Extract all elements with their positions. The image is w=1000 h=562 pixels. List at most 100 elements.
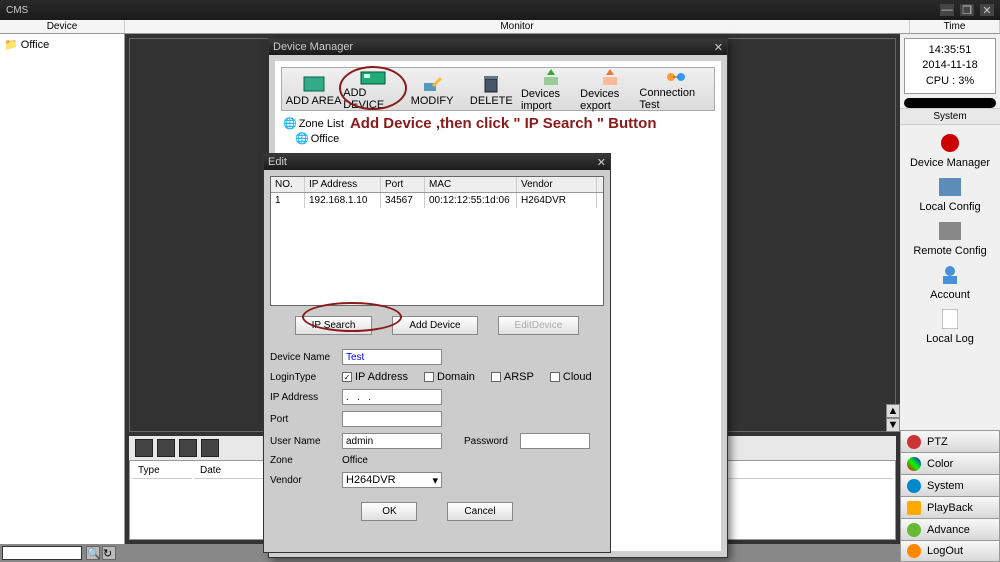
side-tabs: PTZ Color System PlayBack Advance LogOut bbox=[900, 430, 1000, 562]
system-header: System bbox=[900, 108, 1000, 125]
footer-search[interactable] bbox=[2, 546, 82, 560]
devices-import-button[interactable]: Devices import bbox=[521, 68, 580, 110]
label-devname: Device Name bbox=[270, 352, 336, 363]
app-title: CMS bbox=[6, 5, 940, 16]
add-area-button[interactable]: ADD AREA bbox=[284, 68, 343, 110]
login-arsp-checkbox[interactable]: ARSP bbox=[491, 371, 534, 383]
export-icon bbox=[597, 67, 623, 87]
minimize-button[interactable]: — bbox=[940, 4, 954, 16]
label-vendor: Vendor bbox=[270, 475, 336, 486]
label-port: Port bbox=[270, 414, 336, 425]
delete-button[interactable]: DELETE bbox=[462, 68, 521, 110]
devmgr-close-button[interactable]: ✕ bbox=[714, 41, 723, 54]
ok-button[interactable]: OK bbox=[361, 502, 417, 521]
ip-search-button[interactable]: IP Search bbox=[295, 316, 373, 335]
modify-icon bbox=[419, 72, 445, 94]
layout-4x4-button[interactable] bbox=[201, 439, 219, 457]
close-button[interactable]: ✕ bbox=[980, 4, 994, 16]
tab-monitor[interactable]: Monitor bbox=[125, 20, 910, 33]
devmgr-title: Device Manager bbox=[273, 41, 353, 53]
logout-icon bbox=[907, 544, 921, 558]
vendor-select[interactable]: H264DVR▾ bbox=[342, 472, 442, 488]
status-info: 14:35:51 2014-11-18 CPU : 3% bbox=[904, 38, 996, 94]
tab-device[interactable]: Device bbox=[0, 20, 125, 33]
device-name-field[interactable] bbox=[342, 349, 442, 365]
label-zone: Zone bbox=[270, 455, 336, 466]
side-tab-ptz[interactable]: PTZ bbox=[900, 430, 1000, 452]
scroll-up-button[interactable]: ▲ bbox=[886, 404, 900, 418]
footer-refresh-button[interactable]: ↻ bbox=[102, 546, 116, 560]
edit-title: Edit bbox=[268, 156, 287, 168]
system-local-log[interactable]: Local Log bbox=[926, 307, 974, 345]
local-log-icon bbox=[936, 307, 964, 331]
tab-time[interactable]: Time bbox=[910, 20, 1000, 33]
side-tab-logout[interactable]: LogOut bbox=[900, 540, 1000, 562]
layout-2x2-button[interactable] bbox=[157, 439, 175, 457]
globe-icon: 🌐 bbox=[295, 132, 309, 145]
table-row[interactable]: 1 192.168.1.10 34567 00:12:12:55:1d:06 H… bbox=[271, 193, 603, 208]
account-icon bbox=[936, 263, 964, 287]
system-icon bbox=[907, 479, 921, 493]
device-manager-dialog: Device Manager ✕ ADD AREA ADD DEVICE MOD… bbox=[268, 38, 728, 558]
zone-list-node[interactable]: 🌐Zone List Add Device ,then click " IP S… bbox=[281, 115, 715, 132]
remote-config-icon bbox=[936, 219, 964, 243]
col-mac[interactable]: MAC bbox=[425, 177, 517, 192]
delete-icon bbox=[478, 72, 504, 94]
col-no[interactable]: NO. bbox=[271, 177, 305, 192]
login-cloud-checkbox[interactable]: Cloud bbox=[550, 371, 592, 383]
cpu-bar bbox=[904, 98, 996, 108]
login-domain-checkbox[interactable]: Domain bbox=[424, 371, 475, 383]
layout-3x3-button[interactable] bbox=[179, 439, 197, 457]
status-date: 2014-11-18 bbox=[909, 58, 991, 73]
side-tab-system[interactable]: System bbox=[900, 474, 1000, 496]
scroll-arrows: ▲ ▼ bbox=[886, 404, 900, 432]
login-ip-checkbox[interactable]: ✓IP Address bbox=[342, 371, 408, 383]
system-local-config[interactable]: Local Config bbox=[919, 175, 980, 213]
add-device-button[interactable]: ADD DEVICE bbox=[343, 68, 402, 110]
edit-dialog: Edit ✕ NO. IP Address Port MAC Vendor 1 … bbox=[263, 153, 611, 553]
ptz-icon bbox=[907, 435, 921, 449]
connection-test-icon bbox=[663, 68, 689, 86]
label-ipaddr: IP Address bbox=[270, 392, 336, 403]
main-titlebar: CMS — ❐ ✕ bbox=[0, 0, 1000, 20]
side-tab-color[interactable]: Color bbox=[900, 452, 1000, 474]
modify-button[interactable]: MODIFY bbox=[402, 68, 461, 110]
main-tabs: Device Monitor Time bbox=[0, 20, 1000, 34]
cancel-button[interactable]: Cancel bbox=[447, 502, 512, 521]
password-field[interactable] bbox=[520, 433, 590, 449]
side-tab-playback[interactable]: PlayBack bbox=[900, 496, 1000, 518]
col-ip[interactable]: IP Address bbox=[305, 177, 381, 192]
username-field[interactable] bbox=[342, 433, 442, 449]
maximize-button[interactable]: ❐ bbox=[960, 4, 974, 16]
color-icon bbox=[907, 457, 921, 471]
chevron-down-icon: ▾ bbox=[432, 474, 438, 487]
edit-close-button[interactable]: ✕ bbox=[597, 156, 606, 169]
scroll-down-button[interactable]: ▼ bbox=[886, 418, 900, 432]
footer-search-button[interactable]: 🔍 bbox=[86, 546, 100, 560]
connection-test-button[interactable]: Connection Test bbox=[639, 68, 712, 110]
system-remote-config[interactable]: Remote Config bbox=[913, 219, 986, 257]
col-vendor[interactable]: Vendor bbox=[517, 177, 597, 192]
local-config-icon bbox=[936, 175, 964, 199]
system-account[interactable]: Account bbox=[930, 263, 970, 301]
devices-export-button[interactable]: Devices export bbox=[580, 68, 639, 110]
system-device-manager[interactable]: Device Manager bbox=[910, 131, 990, 169]
label-logintype: LoginType bbox=[270, 372, 336, 383]
col-port[interactable]: Port bbox=[381, 177, 425, 192]
side-tab-advance[interactable]: Advance bbox=[900, 518, 1000, 540]
layout-1x1-button[interactable] bbox=[135, 439, 153, 457]
devmgr-toolbar: ADD AREA ADD DEVICE MODIFY DELETE Device… bbox=[281, 67, 715, 111]
zone-value: Office bbox=[342, 455, 368, 466]
ip-address-field[interactable] bbox=[342, 389, 442, 405]
zone-office-node[interactable]: 🌐Office bbox=[281, 132, 715, 145]
status-time: 14:35:51 bbox=[909, 43, 991, 58]
add-device-icon bbox=[360, 68, 386, 86]
col-type[interactable]: Type bbox=[132, 463, 192, 479]
port-field[interactable] bbox=[342, 411, 442, 427]
add-area-icon bbox=[301, 72, 327, 94]
status-cpu: CPU : 3% bbox=[909, 74, 991, 89]
device-grid[interactable]: NO. IP Address Port MAC Vendor 1 192.168… bbox=[270, 176, 604, 306]
add-device-form-button[interactable]: Add Device bbox=[392, 316, 477, 335]
globe-icon: 🌐 bbox=[283, 117, 297, 130]
tree-item-office[interactable]: 📁 Office bbox=[4, 38, 120, 51]
